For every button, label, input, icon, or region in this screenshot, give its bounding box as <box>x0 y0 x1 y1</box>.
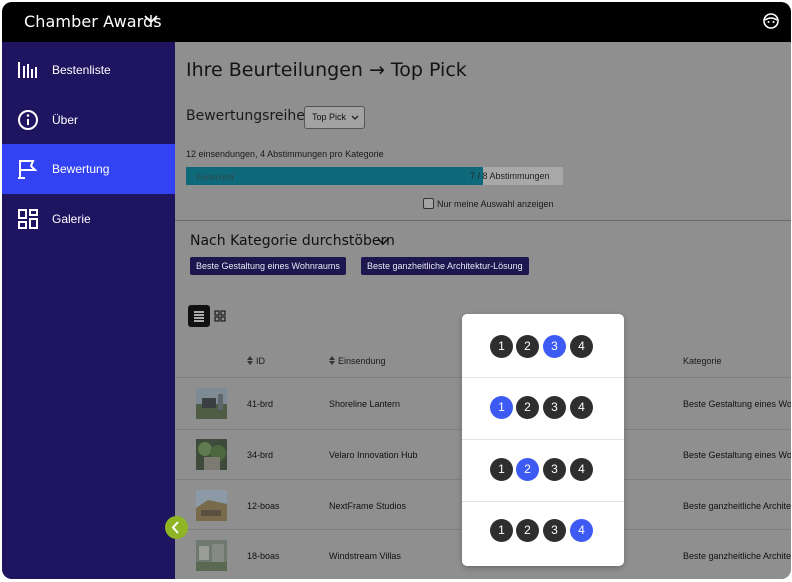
score-option[interactable]: 2 <box>516 396 539 419</box>
row-submission: Velaro Innovation Hub <box>329 450 418 460</box>
top-bar: Chamber Awards <box>2 2 791 42</box>
grid-view-icon[interactable] <box>214 310 226 322</box>
score-option[interactable]: 3 <box>543 396 566 419</box>
score-popover: 1 2 3 4 1 2 3 4 1 2 3 4 1 2 3 4 <box>462 314 624 566</box>
row-id: 34-brd <box>247 450 274 460</box>
chevron-left-icon <box>171 521 179 534</box>
score-option[interactable]: 2 <box>516 335 539 358</box>
sidebar-item-bestenliste[interactable]: Bestenliste <box>2 45 175 95</box>
list-view-button[interactable] <box>188 305 210 327</box>
row-id: 12-boas <box>247 501 280 511</box>
collapse-sidebar-button[interactable] <box>165 516 188 539</box>
row-id: 41-brd <box>247 399 274 409</box>
sidebar: Bestenliste Über Bewertung Galerie <box>2 42 175 579</box>
series-select[interactable]: Top Pick <box>304 106 365 129</box>
row-category: Beste ganzheitliche Archite <box>683 551 791 561</box>
gallery-icon <box>18 209 38 229</box>
app-window: Chamber Awards Bestenliste Über Bewertun… <box>2 2 791 579</box>
thumbnail-image <box>196 490 227 521</box>
sidebar-item-bewertung[interactable]: Bewertung <box>2 144 175 194</box>
sidebar-item-label: Bestenliste <box>52 63 111 77</box>
row-category: Beste Gestaltung eines Wo <box>683 399 791 409</box>
column-header-label: Einsendung <box>338 356 386 366</box>
app-title[interactable]: Chamber Awards <box>24 12 162 31</box>
row-category: Beste ganzheitliche Archite <box>683 501 791 511</box>
column-header-category: Kategorie <box>683 356 722 366</box>
progress-count: 7 / 8 Abstimmungen <box>470 171 550 181</box>
browse-title[interactable]: Nach Kategorie durchstöbern <box>190 233 395 249</box>
score-option[interactable]: 3 <box>543 519 566 542</box>
thumbnail-image <box>196 439 227 470</box>
column-header-label: ID <box>256 356 265 366</box>
info-icon <box>18 110 38 130</box>
category-chip[interactable]: Beste ganzheitliche Architektur-Lösung <box>361 257 529 275</box>
sidebar-item-label: Über <box>52 113 79 127</box>
only-mine-filter[interactable]: Nur meine Auswahl anzeigen <box>423 198 554 209</box>
score-option[interactable]: 4 <box>570 335 593 358</box>
sort-icon <box>329 356 335 365</box>
score-row: 1 2 3 4 <box>462 314 624 376</box>
only-mine-checkbox[interactable] <box>423 198 434 209</box>
row-category: Beste Gestaltung eines Wo <box>683 450 791 460</box>
score-option[interactable]: 3 <box>543 335 566 358</box>
row-submission: NextFrame Studios <box>329 501 407 511</box>
score-option[interactable]: 3 <box>543 458 566 481</box>
progress-bar: Fortschritt 7 / 8 Abstimmungen <box>186 167 563 185</box>
score-option[interactable]: 1 <box>490 335 513 358</box>
flag-icon <box>18 160 38 179</box>
score-option[interactable]: 4 <box>570 396 593 419</box>
row-submission: Shoreline Lantern <box>329 399 401 409</box>
row-submission: Windstream Villas <box>329 551 401 561</box>
score-option[interactable]: 1 <box>490 458 513 481</box>
page-title: Ihre Beurteilungen → Top Pick <box>186 59 467 81</box>
column-header-submission[interactable]: Einsendung <box>329 356 386 366</box>
category-chip[interactable]: Beste Gestaltung eines Wohnraums <box>190 257 346 275</box>
progress-label: Fortschritt <box>196 172 234 182</box>
chevron-down-icon[interactable] <box>144 14 158 24</box>
chevron-down-icon <box>351 115 359 120</box>
row-id: 18-boas <box>247 551 280 561</box>
thumbnail-image <box>196 388 227 419</box>
score-row: 1 2 3 4 <box>462 375 624 437</box>
score-option[interactable]: 4 <box>570 458 593 481</box>
sidebar-item-label: Galerie <box>52 212 91 226</box>
sort-icon <box>247 356 253 365</box>
series-label: Bewertungsreihe <box>186 108 305 124</box>
only-mine-label: Nur meine Auswahl anzeigen <box>437 199 554 209</box>
list-icon <box>194 311 204 322</box>
sidebar-item-ueber[interactable]: Über <box>2 95 175 145</box>
summary-text: 12 einsendungen, 4 Abstimmungen pro Kate… <box>186 149 384 159</box>
score-option[interactable]: 2 <box>516 519 539 542</box>
score-option[interactable]: 1 <box>490 519 513 542</box>
score-option[interactable]: 4 <box>570 519 593 542</box>
sidebar-item-galerie[interactable]: Galerie <box>2 194 175 244</box>
score-row: 1 2 3 4 <box>462 437 624 499</box>
thumbnail-image <box>196 540 227 571</box>
bar-chart-icon <box>18 62 37 78</box>
sidebar-item-label: Bewertung <box>52 162 110 176</box>
score-row: 1 2 3 4 <box>462 498 624 560</box>
column-header-id[interactable]: ID <box>247 356 265 366</box>
face-icon[interactable] <box>762 12 780 30</box>
score-option[interactable]: 1 <box>490 396 513 419</box>
series-select-value: Top Pick <box>312 112 347 122</box>
chevron-down-icon[interactable] <box>377 238 389 246</box>
divider <box>175 220 791 221</box>
score-option[interactable]: 2 <box>516 458 539 481</box>
